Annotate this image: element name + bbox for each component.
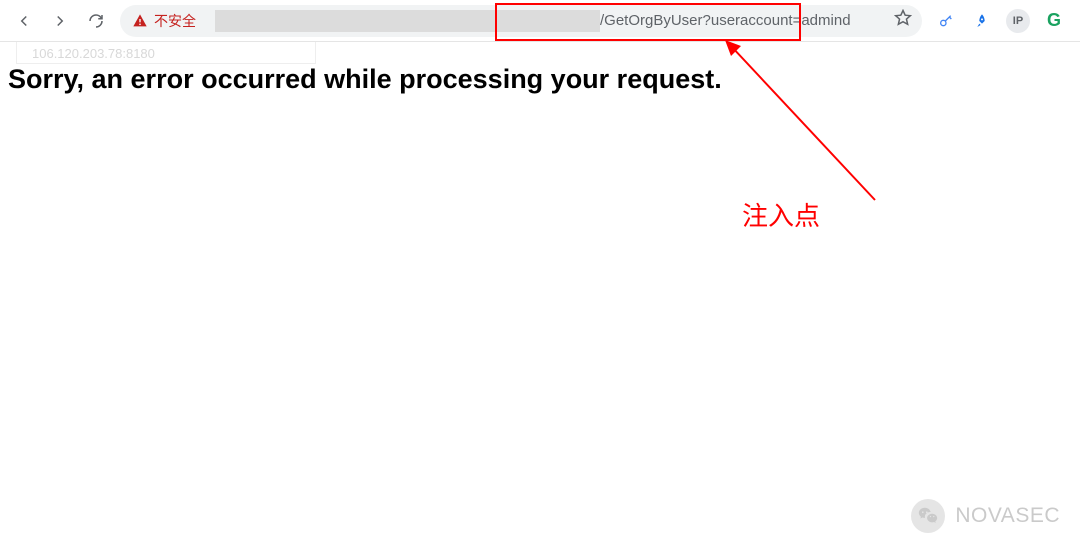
watermark-text: NOVASEC: [955, 504, 1060, 528]
url-text: /GetOrgByUser?useraccount=admind: [600, 12, 851, 29]
key-extension-icon[interactable]: [932, 7, 960, 35]
extension-icons: IP G: [932, 7, 1072, 35]
insecure-label: 不安全: [154, 11, 196, 31]
bookmark-star-icon[interactable]: [894, 9, 912, 32]
warning-icon: [132, 13, 148, 29]
browser-toolbar: 不安全 /GetOrgByUser?useraccount=admind IP …: [0, 0, 1080, 42]
error-heading: Sorry, an error occurred while processin…: [8, 62, 1072, 97]
faded-subtext: 106.120.203.78:8180: [32, 46, 155, 61]
wechat-icon: [911, 499, 945, 533]
forward-button[interactable]: [44, 5, 76, 37]
watermark: NOVASEC: [911, 499, 1060, 533]
reload-button[interactable]: [80, 5, 112, 37]
ip-extension-icon[interactable]: IP: [1004, 7, 1032, 35]
address-bar[interactable]: 不安全 /GetOrgByUser?useraccount=admind: [120, 5, 922, 37]
back-button[interactable]: [8, 5, 40, 37]
annotation-label: 注入点: [742, 196, 820, 233]
grammarly-extension-icon[interactable]: G: [1040, 7, 1068, 35]
url-obscured-section: [215, 10, 600, 32]
rocket-extension-icon[interactable]: [968, 7, 996, 35]
insecure-badge[interactable]: 不安全: [132, 11, 196, 31]
